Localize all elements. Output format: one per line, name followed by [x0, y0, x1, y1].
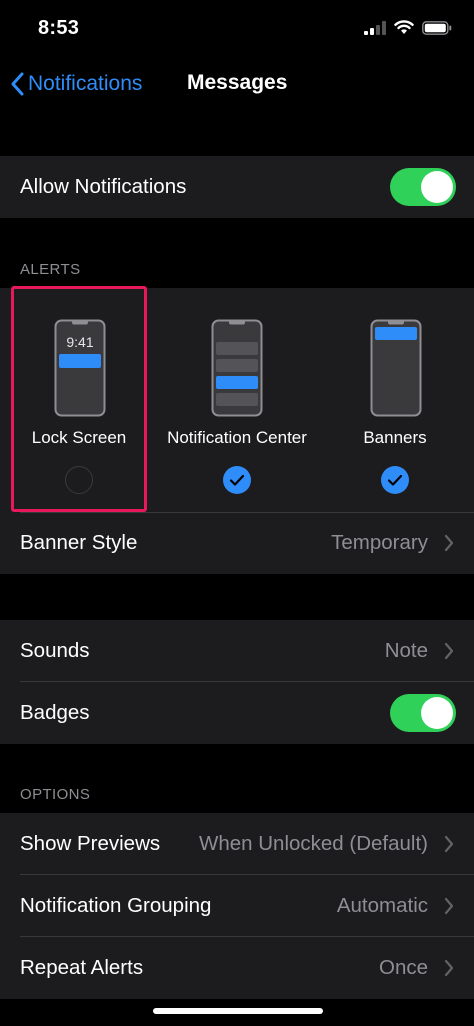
back-label: Notifications: [28, 72, 143, 95]
alerts-header: ALERTS: [20, 261, 81, 278]
status-time: 8:53: [38, 17, 80, 39]
allow-notifications-group: Allow Notifications: [0, 156, 474, 218]
sounds-value: Note: [384, 639, 428, 662]
show-previews-row[interactable]: Show Previews When Unlocked (Default): [0, 813, 474, 875]
repeat-alerts-value: Once: [379, 956, 428, 979]
notification-center-phone-icon: [211, 319, 263, 417]
page-title: Messages: [187, 71, 288, 94]
chevron-left-icon: [11, 72, 24, 96]
badges-label: Badges: [20, 701, 90, 724]
back-button[interactable]: Notifications: [10, 68, 142, 100]
notification-center-label: Notification Center: [167, 428, 307, 447]
notification-grouping-value: Automatic: [336, 894, 428, 917]
battery-icon: [422, 20, 452, 35]
toggle-knob: [421, 697, 453, 729]
repeat-alerts-label: Repeat Alerts: [20, 956, 144, 979]
options-header: OPTIONS: [20, 786, 91, 803]
checkmark-icon: [387, 474, 403, 486]
repeat-alerts-row[interactable]: Repeat Alerts Once: [0, 937, 474, 999]
home-indicator[interactable]: [153, 1008, 323, 1014]
options-group: Show Previews When Unlocked (Default) No…: [0, 813, 474, 999]
status-icons: [364, 20, 452, 35]
status-bar: 8:53: [0, 0, 474, 56]
wifi-icon: [394, 20, 414, 34]
sounds-badges-group: Sounds Note Badges: [0, 620, 474, 744]
banners-checkbox[interactable]: [381, 466, 409, 494]
sounds-row[interactable]: Sounds Note: [0, 620, 474, 682]
banner-style-label: Banner Style: [20, 531, 138, 554]
lock-screen-highlight: [11, 286, 147, 512]
banners-phone-icon: [370, 319, 422, 417]
show-previews-value: When Unlocked (Default): [198, 832, 428, 855]
badges-toggle[interactable]: [390, 694, 456, 732]
chevron-right-icon: [444, 897, 454, 915]
notification-grouping-label: Notification Grouping: [20, 894, 212, 917]
toggle-knob: [421, 171, 453, 203]
banner-style-value: Temporary: [331, 531, 428, 554]
allow-notifications-toggle[interactable]: [390, 168, 456, 206]
banners-label: Banners: [363, 428, 427, 447]
chevron-right-icon: [444, 959, 454, 977]
banner-style-row[interactable]: Banner Style Temporary: [0, 512, 474, 574]
notification-grouping-row[interactable]: Notification Grouping Automatic: [0, 875, 474, 937]
signal-icon: [364, 20, 386, 35]
chevron-right-icon: [444, 642, 454, 660]
notification-center-checkbox[interactable]: [223, 466, 251, 494]
show-previews-label: Show Previews: [20, 832, 161, 855]
navigation-bar: Notifications Messages: [0, 56, 474, 112]
badges-row: Badges: [0, 682, 474, 744]
sounds-label: Sounds: [20, 639, 90, 662]
allow-notifications-label: Allow Notifications: [20, 175, 187, 198]
alert-style-notification-center[interactable]: Notification Center: [158, 288, 316, 512]
alert-style-banners[interactable]: Banners: [316, 288, 474, 512]
allow-notifications-row: Allow Notifications: [0, 156, 474, 218]
checkmark-icon: [229, 474, 245, 486]
chevron-right-icon: [444, 534, 454, 552]
chevron-right-icon: [444, 835, 454, 853]
